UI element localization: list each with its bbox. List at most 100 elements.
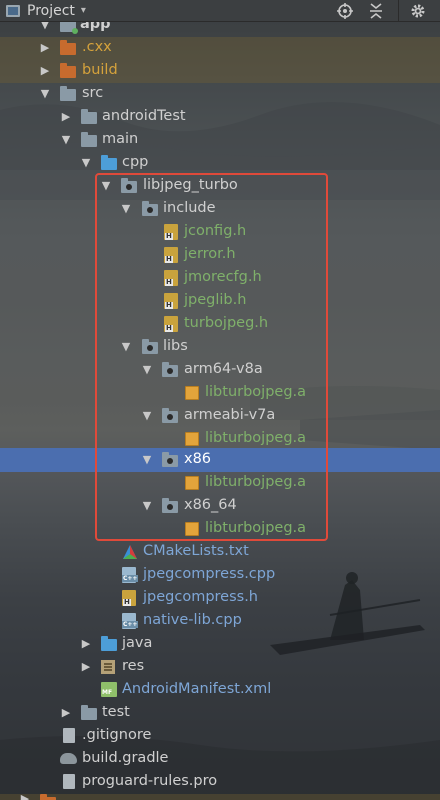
tree-row-jpegcompress-cpp[interactable]: C++ jpegcompress.cpp — [0, 564, 440, 587]
excluded-folder-icon — [40, 794, 56, 800]
gear-icon[interactable] — [409, 2, 427, 20]
tree-label-jerror: jerror.h — [184, 246, 236, 262]
collapsed-arrow-icon[interactable]: ▶ — [81, 661, 91, 672]
tree-row-partial: ▶ — [0, 794, 440, 800]
collapsed-arrow-icon[interactable]: ▶ — [81, 638, 91, 649]
tree-label-turbojpeg: turbojpeg.h — [184, 315, 269, 331]
tree-row-x86-64[interactable]: ▼ x86_64 — [0, 495, 440, 518]
locate-icon[interactable] — [336, 2, 354, 20]
expanded-arrow-icon[interactable]: ▼ — [142, 500, 152, 511]
cpp-file-icon: C++ — [122, 567, 139, 583]
tree-row-gitignore[interactable]: .gitignore — [0, 725, 440, 748]
tree-label-java: java — [122, 635, 153, 651]
gradle-icon — [60, 752, 77, 766]
header-file-icon: H — [164, 270, 180, 286]
tree-label-arm64: arm64-v8a — [184, 361, 263, 377]
folder-icon — [162, 362, 178, 377]
tree-row-androidtest[interactable]: ▶ androidTest — [0, 106, 440, 129]
tree-row-native-lib[interactable]: C++ native-lib.cpp — [0, 610, 440, 633]
chevron-down-icon[interactable]: ▾ — [81, 5, 86, 16]
tree-row-turbojpeg[interactable]: H turbojpeg.h — [0, 313, 440, 336]
expanded-arrow-icon[interactable]: ▼ — [121, 341, 131, 352]
project-window-icon — [6, 4, 20, 17]
collapsed-arrow-icon[interactable]: ▶ — [40, 65, 50, 76]
tree-label-libs: libs — [163, 338, 188, 354]
tree-label-cxx: .cxx — [82, 39, 112, 55]
tree-label-cpp: cpp — [122, 154, 149, 170]
excluded-folder-icon — [60, 63, 76, 78]
tree-row-armeabi[interactable]: ▼ armeabi-v7a — [0, 405, 440, 428]
tree-row-jmorecfg[interactable]: H jmorecfg.h — [0, 267, 440, 290]
expanded-arrow-icon[interactable]: ▼ — [61, 134, 71, 145]
expanded-arrow-icon[interactable]: ▼ — [81, 157, 91, 168]
toolbar-divider — [398, 0, 399, 22]
archive-file-icon — [185, 476, 201, 490]
project-toolbar: Project ▾ — [0, 0, 440, 22]
tree-row-jpeglib[interactable]: H jpeglib.h — [0, 290, 440, 313]
collapsed-arrow-icon[interactable]: ▶ — [40, 42, 50, 53]
source-folder-icon — [101, 155, 117, 170]
header-file-icon: H — [164, 293, 180, 309]
expanded-arrow-icon[interactable]: ▼ — [142, 454, 152, 465]
tree-row-cpp[interactable]: ▼ cpp — [0, 152, 440, 175]
text-file-icon — [63, 728, 79, 743]
tree-row-arm64-lib[interactable]: libturbojpeg.a — [0, 382, 440, 405]
tree-row-x86-lib[interactable]: libturbojpeg.a — [0, 472, 440, 495]
tree-label-jpeglib: jpeglib.h — [184, 292, 247, 308]
expanded-arrow-icon[interactable]: ▼ — [40, 88, 50, 99]
tree-row-arm64[interactable]: ▼ arm64-v8a — [0, 359, 440, 382]
tree-row-build-gradle[interactable]: build.gradle — [0, 748, 440, 771]
folder-icon — [60, 86, 76, 101]
expanded-arrow-icon[interactable]: ▼ — [121, 203, 131, 214]
tree-row-libs[interactable]: ▼ libs — [0, 336, 440, 359]
expanded-arrow-icon[interactable]: ▼ — [101, 180, 111, 191]
tree-label-native-lib: native-lib.cpp — [143, 612, 242, 628]
resources-folder-icon — [101, 660, 117, 674]
tree-row-manifest[interactable]: MF AndroidManifest.xml — [0, 679, 440, 702]
tree-label-build: build — [82, 62, 118, 78]
header-file-icon: H — [122, 590, 138, 606]
archive-file-icon — [185, 386, 201, 400]
tree-row-include[interactable]: ▼ include — [0, 198, 440, 221]
expanded-arrow-icon[interactable]: ▼ — [142, 410, 152, 421]
tree-row-java[interactable]: ▶ java — [0, 633, 440, 656]
tree-row-cmakelists[interactable]: CMakeLists.txt — [0, 541, 440, 564]
tree-label-cmakelists: CMakeLists.txt — [143, 543, 249, 559]
header-file-icon: H — [164, 247, 180, 263]
folder-icon — [142, 201, 158, 216]
tree-label-src: src — [82, 85, 104, 101]
tree-label-x86-lib: libturbojpeg.a — [205, 474, 307, 490]
tree-row-proguard[interactable]: proguard-rules.pro — [0, 771, 440, 794]
excluded-folder-icon — [60, 40, 76, 55]
tree-label-test: test — [102, 704, 130, 720]
tree-row-x86[interactable]: ▼ x86 — [0, 448, 440, 472]
tree-row-jpegcompress-h[interactable]: H jpegcompress.h — [0, 587, 440, 610]
tree-label-androidtest: androidTest — [102, 108, 186, 124]
tree-row-build[interactable]: ▶ build — [0, 60, 440, 83]
header-file-icon: H — [164, 224, 180, 240]
project-view-title[interactable]: Project — [27, 3, 75, 19]
tree-row-libjpeg-turbo[interactable]: ▼ libjpeg_turbo — [0, 175, 440, 198]
collapse-all-icon[interactable] — [367, 2, 385, 20]
tree-row-x86-64-lib[interactable]: libturbojpeg.a — [0, 518, 440, 541]
tree-row-jconfig[interactable]: H jconfig.h — [0, 221, 440, 244]
folder-icon — [162, 452, 178, 467]
tree-label-arm64-lib: libturbojpeg.a — [205, 384, 307, 400]
collapsed-arrow-icon[interactable]: ▶ — [61, 111, 71, 122]
text-file-icon — [63, 774, 79, 789]
tree-row-src[interactable]: ▼ src — [0, 83, 440, 106]
folder-icon — [162, 408, 178, 423]
folder-icon — [81, 109, 97, 124]
collapsed-arrow-icon[interactable]: ▶ — [61, 707, 71, 718]
tree-row-test[interactable]: ▶ test — [0, 702, 440, 725]
expanded-arrow-icon[interactable]: ▼ — [142, 364, 152, 375]
tree-row-res[interactable]: ▶ res — [0, 656, 440, 679]
cpp-file-icon: C++ — [122, 613, 139, 629]
tree-row-cxx[interactable]: ▶ .cxx — [0, 37, 440, 60]
tree-row-jerror[interactable]: H jerror.h — [0, 244, 440, 267]
tree-row-main[interactable]: ▼ main — [0, 129, 440, 152]
tree-label-jpegcompress-h: jpegcompress.h — [143, 589, 259, 605]
tree-label-libjpeg-turbo: libjpeg_turbo — [143, 177, 238, 193]
tree-label-gitignore: .gitignore — [82, 727, 152, 743]
collapsed-arrow-icon[interactable]: ▶ — [20, 794, 30, 800]
